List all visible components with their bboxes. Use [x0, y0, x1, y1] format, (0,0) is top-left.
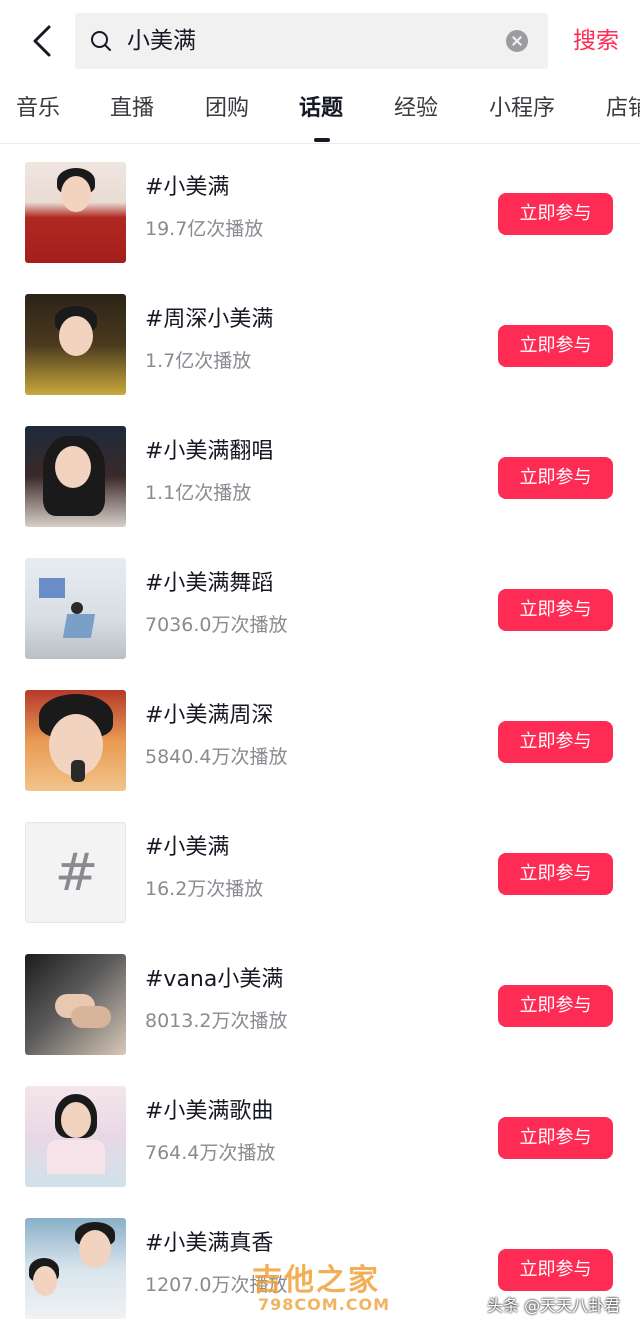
topic-row[interactable]: #小美满周深 5840.4万次播放 立即参与: [0, 673, 640, 805]
topic-play-count: 1.1亿次播放: [145, 482, 252, 504]
topic-play-count: 1.7亿次播放: [145, 350, 252, 372]
topic-title: #小美满舞蹈: [145, 571, 274, 596]
search-bar: 小美满 搜索: [0, 0, 640, 82]
tab-topics[interactable]: 话题: [299, 94, 343, 124]
topic-thumbnail: [25, 558, 126, 659]
join-button[interactable]: 立即参与: [498, 985, 613, 1027]
topic-thumbnail: [25, 1086, 126, 1187]
topic-thumbnail: [25, 954, 126, 1055]
watermark-site-url: 798COM.COM: [258, 1295, 391, 1314]
join-button[interactable]: 立即参与: [498, 1117, 613, 1159]
chevron-left-icon: [33, 25, 51, 57]
topic-row[interactable]: # #小美满 16.2万次播放 立即参与: [0, 805, 640, 937]
search-button[interactable]: 搜索: [573, 22, 619, 60]
join-button[interactable]: 立即参与: [498, 589, 613, 631]
hashtag-icon: #: [54, 843, 99, 903]
active-tab-indicator: [314, 138, 330, 142]
topic-title: #小美满翻唱: [145, 439, 274, 464]
tab-mini-programs[interactable]: 小程序: [489, 94, 555, 124]
topic-title: #小美满歌曲: [145, 1099, 274, 1124]
topic-play-count: 8013.2万次播放: [145, 1010, 288, 1032]
join-button[interactable]: 立即参与: [498, 193, 613, 235]
topic-play-count: 19.7亿次播放: [145, 218, 264, 240]
topic-thumbnail: [25, 294, 126, 395]
topic-play-count: 764.4万次播放: [145, 1142, 276, 1164]
topic-row[interactable]: #周深小美满 1.7亿次播放 立即参与: [0, 277, 640, 409]
tab-stores[interactable]: 店铺: [606, 94, 640, 124]
tab-live[interactable]: 直播: [110, 94, 154, 124]
topic-title: #小美满: [145, 175, 230, 200]
join-button[interactable]: 立即参与: [498, 853, 613, 895]
category-tabs: 音乐 直播 团购 话题 经验 小程序 店铺: [0, 82, 640, 144]
topic-title: #小美满周深: [145, 703, 274, 728]
topic-row[interactable]: #小美满歌曲 764.4万次播放 立即参与: [0, 1069, 640, 1201]
topic-row[interactable]: #小美满翻唱 1.1亿次播放 立即参与: [0, 409, 640, 541]
search-icon: [91, 31, 111, 51]
tab-group-buy[interactable]: 团购: [205, 94, 249, 124]
topic-title: #小美满: [145, 835, 230, 860]
topic-row[interactable]: #小美满 19.7亿次播放 立即参与: [0, 145, 640, 277]
topic-play-count: 16.2万次播放: [145, 878, 264, 900]
topic-play-count: 7036.0万次播放: [145, 614, 288, 636]
back-button[interactable]: [26, 22, 58, 60]
search-field[interactable]: 小美满: [75, 13, 548, 69]
join-button[interactable]: 立即参与: [498, 325, 613, 367]
tab-music[interactable]: 音乐: [16, 94, 60, 124]
topic-thumbnail: [25, 162, 126, 263]
topic-title: #vana小美满: [145, 967, 284, 992]
topic-thumbnail: #: [25, 822, 126, 923]
topic-thumbnail: [25, 426, 126, 527]
join-button[interactable]: 立即参与: [498, 721, 613, 763]
watermark-site-name: 吉他之家: [252, 1263, 380, 1298]
join-button[interactable]: 立即参与: [498, 457, 613, 499]
topic-title: #周深小美满: [145, 307, 274, 332]
topic-play-count: 5840.4万次播放: [145, 746, 288, 768]
watermark-author: 头条 @天天八卦君: [487, 1296, 621, 1315]
join-button[interactable]: 立即参与: [498, 1249, 613, 1291]
topic-row[interactable]: #vana小美满 8013.2万次播放 立即参与: [0, 937, 640, 1069]
tab-experience[interactable]: 经验: [394, 94, 438, 124]
topic-row[interactable]: #小美满舞蹈 7036.0万次播放 立即参与: [0, 541, 640, 673]
search-input[interactable]: 小美满: [127, 13, 487, 69]
clear-icon[interactable]: [506, 30, 528, 52]
topic-thumbnail: [25, 690, 126, 791]
topic-thumbnail: [25, 1218, 126, 1319]
